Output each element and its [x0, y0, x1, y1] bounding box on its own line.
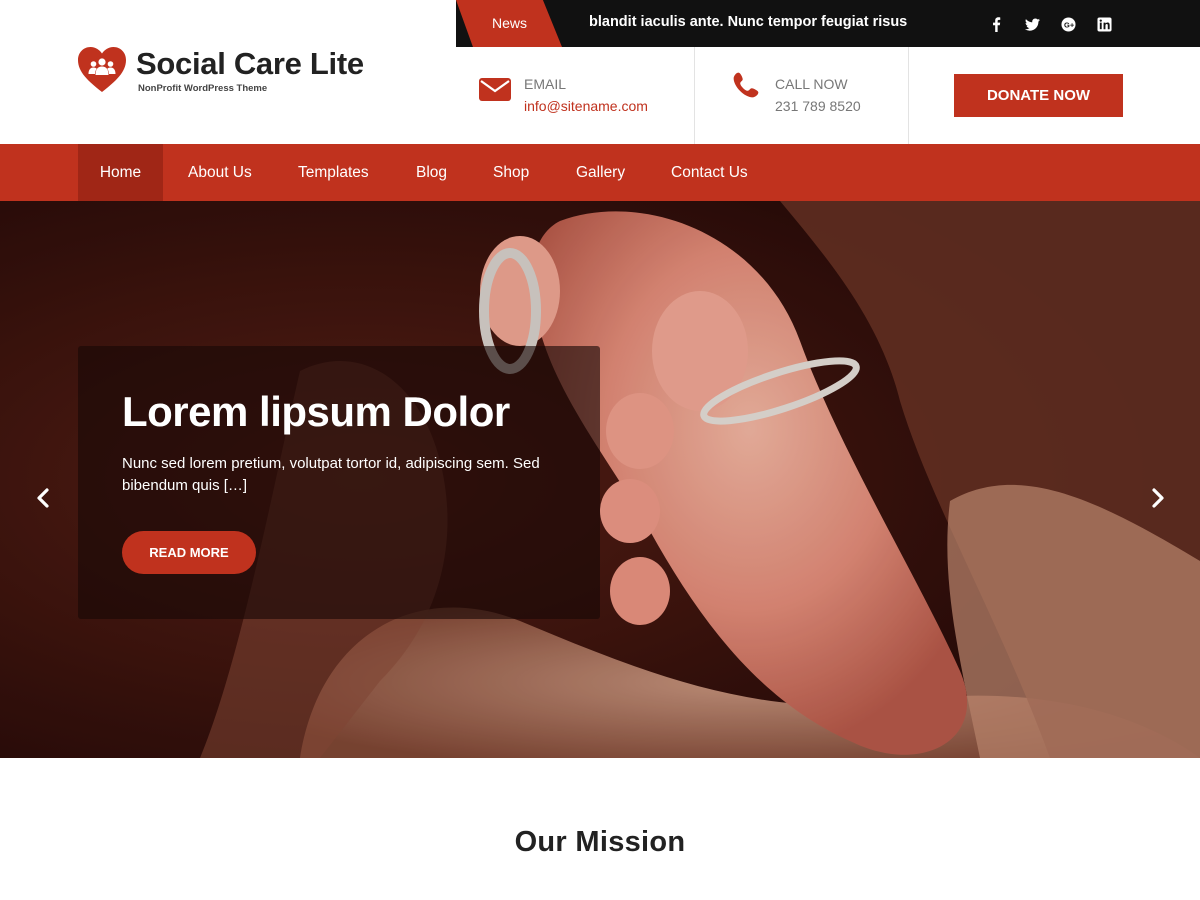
contact-call: CALL NOW 231 789 8520 [695, 47, 909, 144]
nav-item-templates[interactable]: Templates [298, 144, 369, 201]
nav-item-shop[interactable]: Shop [493, 144, 529, 201]
site-title[interactable]: Social Care Lite [136, 46, 364, 82]
phone-number[interactable]: 231 789 8520 [775, 98, 861, 114]
slider-prev-arrow[interactable] [32, 484, 54, 512]
read-more-button[interactable]: READ MORE [122, 531, 256, 574]
nav-item-about-us[interactable]: About Us [188, 144, 252, 201]
nav-item-home[interactable]: Home [78, 144, 163, 201]
nav-item-contact-us[interactable]: Contact Us [671, 144, 748, 201]
news-label: News [492, 15, 528, 31]
news-ticker[interactable]: blandit iaculis ante. Nunc tempor feugia… [589, 14, 907, 30]
slider-next-arrow[interactable] [1147, 484, 1169, 512]
hero-text: Nunc sed lorem pretium, volutpat tortor … [122, 455, 540, 494]
google-plus-icon[interactable]: G+ [1060, 16, 1076, 32]
call-label: CALL NOW [775, 76, 848, 92]
facebook-icon[interactable] [988, 16, 1004, 32]
site-tagline: NonProfit WordPress Theme [138, 83, 268, 94]
hero-caption-box: Lorem lipsum Dolor Nunc sed lorem pretiu… [78, 346, 600, 619]
envelope-icon [479, 78, 511, 101]
nav-item-blog[interactable]: Blog [416, 144, 447, 201]
donate-button[interactable]: DONATE NOW [954, 74, 1123, 117]
site-logo[interactable]: Social Care Lite NonProfit WordPress The… [78, 44, 378, 100]
phone-icon [733, 72, 759, 98]
email-label: EMAIL [524, 76, 567, 92]
email-link[interactable]: info@sitename.com [524, 98, 648, 114]
linkedin-icon[interactable] [1096, 16, 1112, 32]
contact-email: EMAIL info@sitename.com [456, 47, 695, 144]
site-header: News blandit iaculis ante. Nunc tempor f… [0, 0, 1200, 144]
hero-title: Lorem lipsum Dolor [122, 388, 510, 435]
chevron-right-icon [1152, 488, 1164, 508]
hero-slider: Lorem lipsum Dolor Nunc sed lorem pretiu… [0, 201, 1200, 758]
svg-text:G+: G+ [1064, 20, 1075, 29]
chevron-left-icon [37, 488, 49, 508]
nav-item-gallery[interactable]: Gallery [576, 144, 625, 201]
heart-people-icon [78, 47, 126, 92]
main-nav: Home About Us Templates Blog Shop Galler… [0, 144, 1200, 201]
twitter-icon[interactable] [1024, 16, 1040, 32]
top-bar: News blandit iaculis ante. Nunc tempor f… [456, 0, 1200, 47]
news-tag: News [456, 0, 562, 47]
mission-heading: Our Mission [514, 826, 686, 858]
